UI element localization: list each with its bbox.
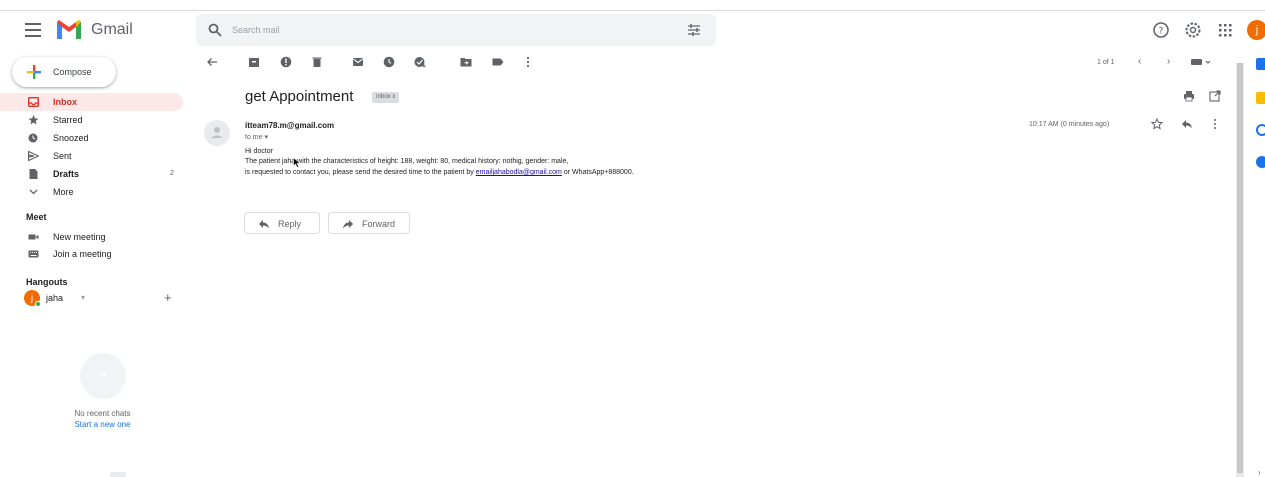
account-avatar[interactable]: j — [1247, 20, 1265, 40]
open-new-window-icon[interactable] — [1209, 90, 1221, 102]
app-name[interactable]: Gmail — [91, 21, 133, 39]
star-icon — [28, 115, 39, 125]
forward-label: Forward — [362, 219, 396, 229]
keyboard-icon — [28, 250, 39, 258]
clock-icon — [28, 133, 38, 143]
hangouts-user[interactable]: j jaha ▾ + — [24, 290, 194, 308]
star-outline-icon[interactable] — [1151, 118, 1163, 130]
send-icon — [28, 151, 39, 161]
reply-icon — [259, 220, 269, 229]
search-input[interactable] — [232, 14, 672, 46]
add-task-icon[interactable] — [414, 56, 426, 68]
sidebar-item-drafts[interactable]: Drafts 2 — [0, 165, 183, 183]
sidebar-item-starred[interactable]: Starred — [0, 111, 183, 129]
hangouts-section-title: Hangouts — [26, 277, 68, 287]
body-line-2-text: is requested to contact you, please send… — [245, 169, 474, 176]
recipient-details[interactable]: to me ▾ — [245, 133, 268, 141]
sidebar-item-sent[interactable]: Sent — [0, 147, 183, 165]
chat-bubble-icon: ❝ — [80, 353, 126, 399]
keep-app-icon[interactable] — [1256, 92, 1265, 104]
body-greeting: Hi doctor — [245, 148, 274, 155]
drafts-count: 2 — [170, 170, 174, 177]
recipient-label: to me — [245, 134, 263, 141]
mouse-cursor-icon — [293, 157, 301, 168]
sidebar-item-label: Join a meeting — [53, 249, 112, 259]
body-line-2: is requested to contact you, please send… — [245, 169, 634, 176]
help-icon[interactable]: ? — [1152, 21, 1170, 39]
inbox-icon — [28, 97, 39, 107]
compose-label: Compose — [53, 67, 92, 77]
settings-icon[interactable] — [1184, 21, 1202, 39]
report-spam-icon[interactable] — [280, 56, 292, 68]
sender-email[interactable]: itteam78.m@gmail.com — [245, 121, 334, 130]
tasks-app-icon[interactable] — [1256, 124, 1265, 136]
no-recent-chats: No recent chats — [74, 409, 131, 418]
newer-chevron-icon[interactable]: › — [1167, 56, 1170, 67]
forward-icon — [343, 220, 353, 229]
svg-text:❝: ❝ — [100, 370, 106, 384]
search-icon[interactable] — [208, 23, 222, 37]
sidebar-item-label: Inbox — [53, 97, 77, 107]
gmail-logo-icon[interactable] — [57, 19, 81, 39]
header: Gmail ? j — [0, 11, 1265, 49]
compose-button[interactable]: Compose — [12, 57, 116, 87]
archive-icon[interactable] — [248, 56, 260, 68]
body-line-2-suffix: or WhatsApp+888000. — [563, 169, 634, 176]
search-bar[interactable] — [196, 14, 716, 46]
reply-label: Reply — [278, 219, 302, 229]
sidebar-item-label: More — [53, 187, 74, 197]
meet-section-title: Meet — [26, 212, 47, 222]
chevron-down-icon — [29, 189, 38, 195]
draft-icon — [29, 169, 38, 179]
inbox-label-chip[interactable]: Inbox x — [372, 92, 400, 103]
chevron-down-icon[interactable]: ▾ — [264, 134, 268, 141]
sidebar-item-inbox[interactable]: Inbox — [0, 93, 183, 111]
hangouts-user-name: jaha — [46, 293, 64, 303]
plus-icon — [27, 65, 41, 79]
window-top-edge — [0, 0, 1265, 11]
input-tools-icon[interactable] — [1190, 56, 1214, 68]
side-panel-expand-icon[interactable]: › — [1258, 468, 1261, 477]
sidebar-item-new-meeting[interactable]: New meeting — [0, 228, 183, 246]
add-chat-icon[interactable]: + — [164, 290, 172, 305]
online-status-icon — [35, 301, 41, 307]
calendar-app-icon[interactable] — [1256, 58, 1265, 70]
forward-button[interactable]: Forward — [328, 212, 410, 234]
sidebar-item-more[interactable]: More — [0, 183, 183, 201]
delete-icon[interactable] — [311, 56, 323, 68]
sidebar-item-label: Drafts — [53, 169, 80, 179]
message-time: 10:17 AM (0 minutes ago) — [1029, 121, 1110, 128]
back-arrow-icon[interactable] — [206, 56, 218, 68]
sidebar-item-label: Snoozed — [53, 133, 89, 143]
mark-unread-icon[interactable] — [352, 56, 364, 68]
svg-text:?: ? — [1159, 27, 1164, 37]
apps-grid-icon[interactable] — [1216, 21, 1234, 39]
video-icon — [28, 234, 39, 240]
sidebar-item-label: Sent — [53, 151, 72, 161]
sidebar-item-label: Starred — [53, 115, 83, 125]
email-link[interactable]: emailjahabodla@gmail.com — [476, 169, 562, 176]
print-icon[interactable] — [1183, 90, 1195, 102]
pagination-text: 1 of 1 — [1097, 59, 1115, 66]
move-to-icon[interactable] — [460, 56, 472, 68]
reply-arrow-icon[interactable] — [1181, 118, 1193, 130]
chevron-down-icon[interactable]: ▾ — [81, 293, 85, 302]
reply-button[interactable]: Reply — [244, 212, 320, 234]
sidebar-item-label: New meeting — [53, 232, 106, 242]
more-options-icon[interactable] — [522, 56, 534, 68]
contacts-app-icon[interactable] — [1256, 156, 1265, 168]
scrollbar-thumb[interactable] — [1237, 63, 1243, 473]
sender-avatar — [204, 120, 230, 146]
main-menu-icon[interactable] — [25, 23, 41, 37]
sidebar-item-snoozed[interactable]: Snoozed — [0, 129, 183, 147]
label-icon[interactable] — [492, 56, 504, 68]
message-more-icon[interactable] — [1209, 118, 1221, 130]
bottom-tab[interactable] — [110, 472, 126, 477]
search-options-icon[interactable] — [687, 23, 701, 37]
email-subject: get Appointment — [245, 88, 354, 105]
sidebar-item-join-meeting[interactable]: Join a meeting — [0, 245, 183, 263]
start-new-chat-link[interactable]: Start a new one — [40, 420, 165, 429]
snooze-icon[interactable] — [383, 56, 395, 68]
older-chevron-icon[interactable]: ‹ — [1138, 56, 1141, 67]
